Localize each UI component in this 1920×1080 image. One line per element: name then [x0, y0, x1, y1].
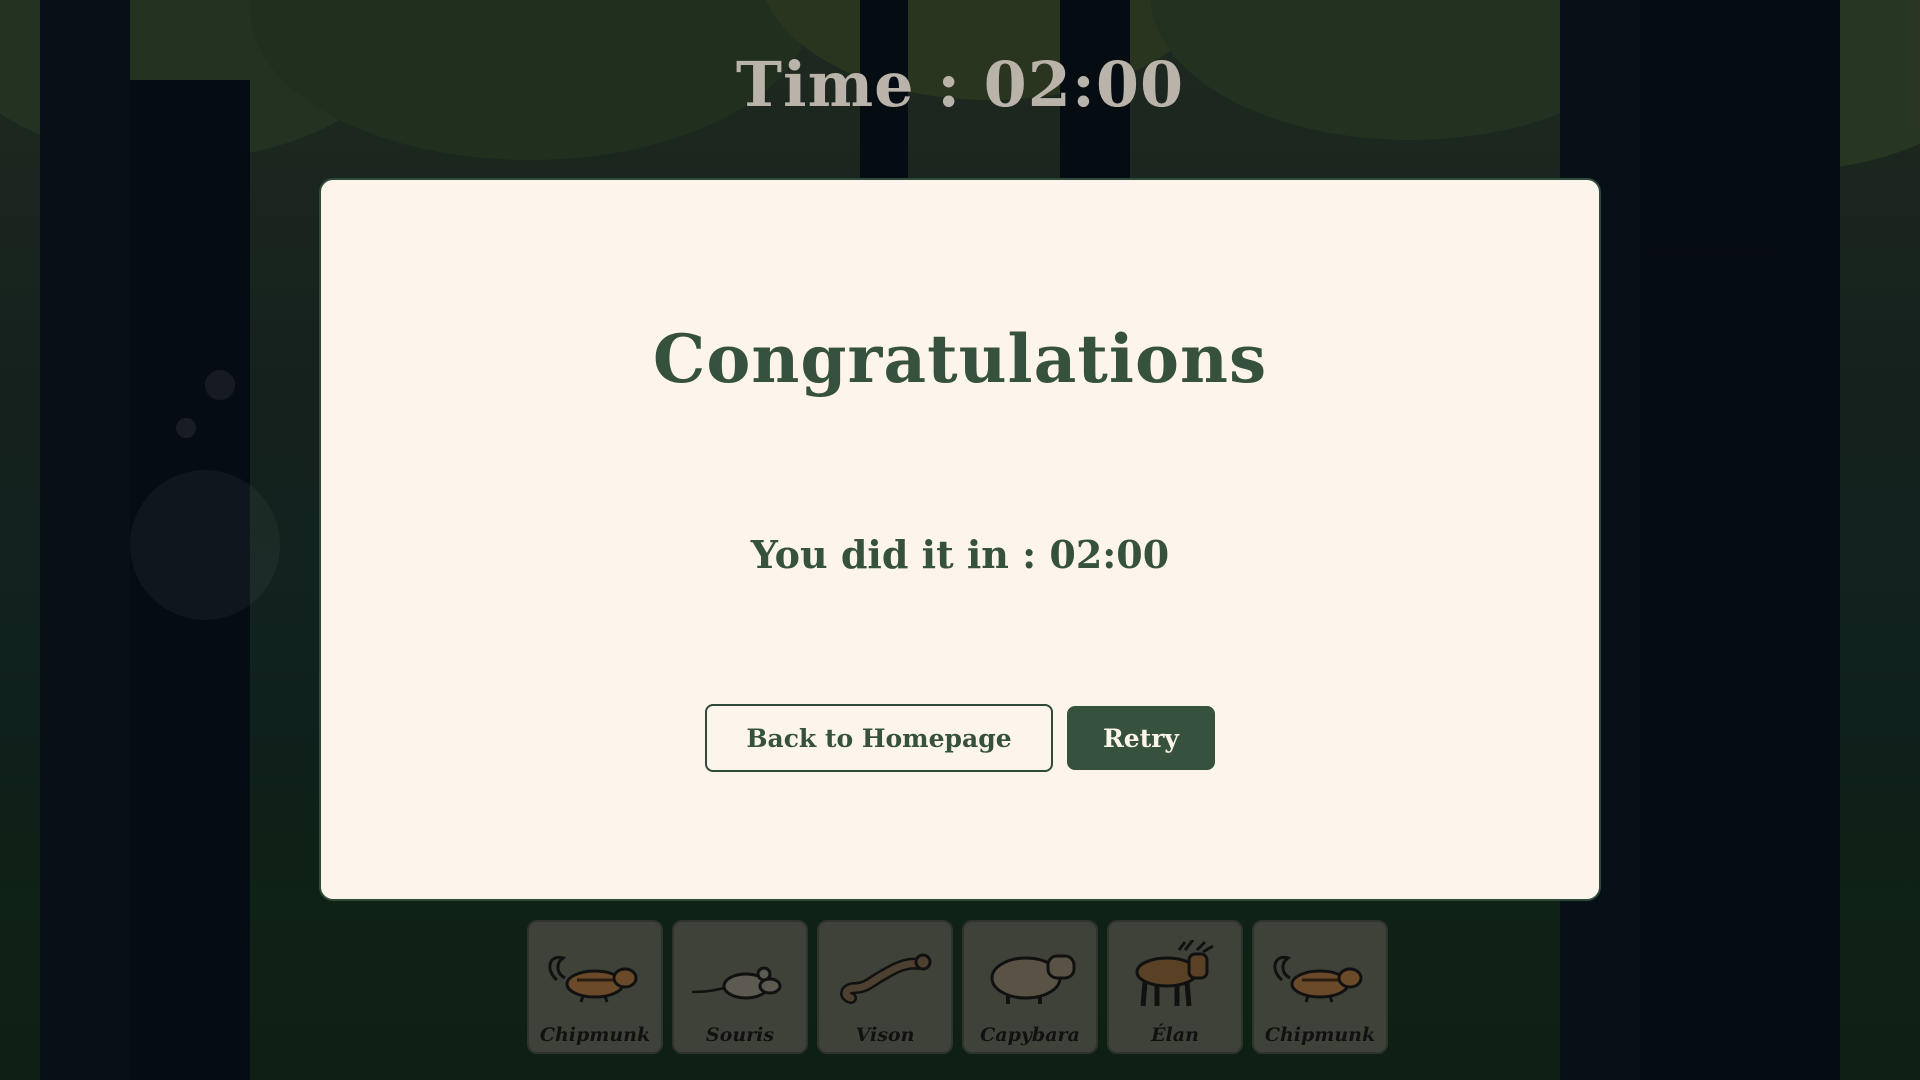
memory-card-chipmunk[interactable]: Chipmunk: [527, 920, 663, 1054]
memory-card-capybara[interactable]: Capybara: [962, 920, 1098, 1054]
card-label: Chipmunk: [1264, 1024, 1376, 1046]
retry-button[interactable]: Retry: [1067, 706, 1215, 770]
completion-time: You did it in : 02:00: [750, 532, 1170, 577]
card-label: Élan: [1151, 1024, 1199, 1046]
memory-card-souris[interactable]: Souris: [672, 920, 808, 1054]
moose-icon: [1135, 940, 1214, 1007]
chipmunk-icon: [1273, 955, 1363, 1003]
mink-icon: [840, 953, 932, 1004]
memory-card-chipmunk[interactable]: Chipmunk: [1252, 920, 1388, 1054]
card-label: Capybara: [980, 1024, 1080, 1046]
modal-title: Congratulations: [652, 320, 1268, 398]
card-label: Vison: [855, 1024, 915, 1046]
congratulations-modal: Congratulations You did it in : 02:00 Ba…: [319, 178, 1601, 901]
capybara-icon: [990, 954, 1076, 1004]
back-to-homepage-button[interactable]: Back to Homepage: [705, 704, 1053, 772]
mouse-icon: [691, 966, 782, 1000]
memory-card-elan[interactable]: Élan: [1107, 920, 1243, 1054]
chipmunk-icon: [548, 955, 638, 1003]
timer-display: Time : 02:00: [735, 48, 1185, 121]
card-label: Souris: [705, 1024, 775, 1046]
card-label: Chipmunk: [539, 1024, 651, 1046]
memory-card-vison[interactable]: Vison: [817, 920, 953, 1054]
